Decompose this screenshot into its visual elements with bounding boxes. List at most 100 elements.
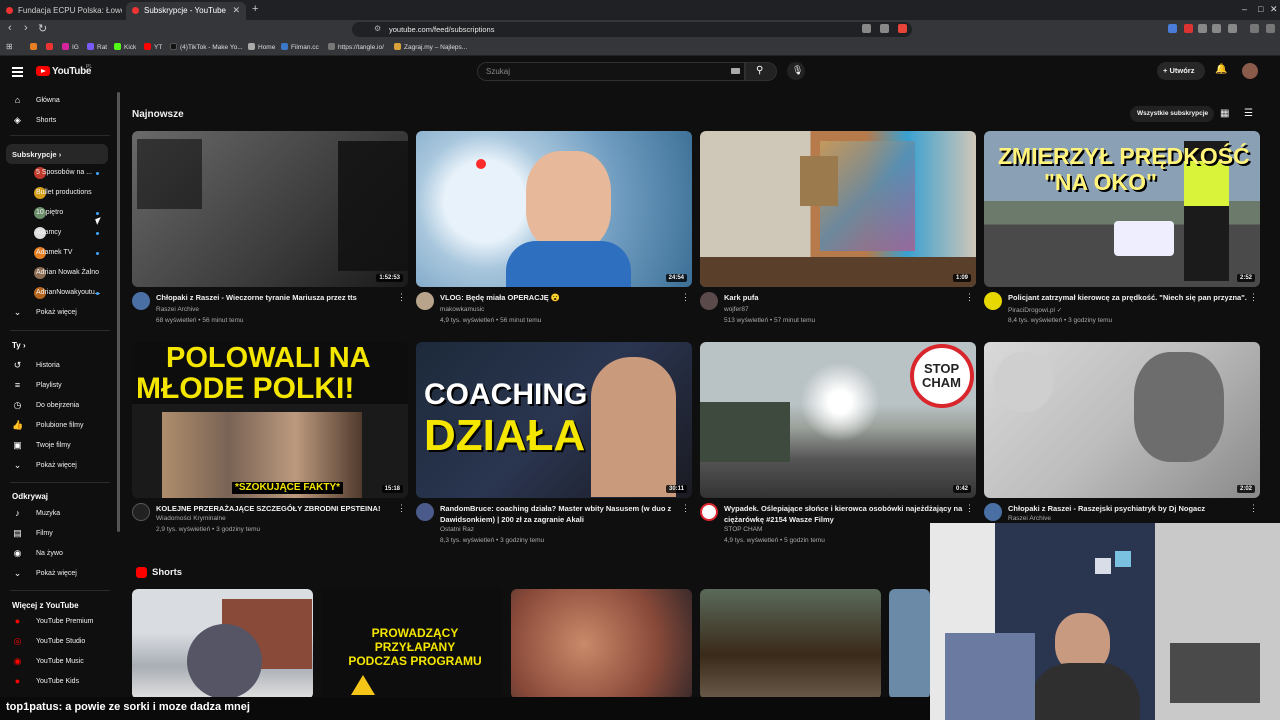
- sidebar-item-playlists[interactable]: ≡ Playlisty: [0, 376, 110, 396]
- bookmark-tiktok[interactable]: (4)TikTok - Make Yo...: [170, 43, 243, 51]
- channel-name[interactable]: Raszei Archive: [156, 306, 199, 313]
- video-title[interactable]: KOLEJNE PRZERAŻAJĄCE SZCZEGÓŁY ZBRODNI E…: [156, 504, 396, 515]
- video-title[interactable]: Chłopaki z Raszei - Wieczorne tyranie Ma…: [156, 293, 396, 304]
- sidebar-scrollbar[interactable]: [117, 92, 120, 532]
- video-thumbnail[interactable]: 2:02: [984, 342, 1260, 498]
- sidebar-subscription-item[interactable]: 10 piętro: [0, 203, 110, 223]
- menu-icon[interactable]: [1266, 24, 1275, 33]
- video-thumbnail[interactable]: COACHING DZIAŁA 30:11: [416, 342, 692, 498]
- sidebar-item-kids[interactable]: ● YouTube Kids: [0, 672, 110, 692]
- channel-avatar[interactable]: [132, 292, 150, 310]
- maximize-icon[interactable]: □: [1258, 4, 1263, 14]
- channel-avatar[interactable]: [416, 503, 434, 521]
- sidebar-item-home[interactable]: ⌂ Główna: [0, 91, 110, 111]
- sidebar-show-more[interactable]: ⌄ Pokaż więcej: [0, 456, 110, 476]
- bookmark-item[interactable]: [46, 43, 56, 51]
- sidebar-subscriptions-header[interactable]: Subskrypcje ›: [6, 144, 108, 164]
- shorts-item[interactable]: [889, 589, 930, 699]
- back-icon[interactable]: ‹: [8, 22, 12, 34]
- avatar[interactable]: [1242, 63, 1258, 79]
- video-thumbnail[interactable]: 1:52:53: [132, 131, 408, 287]
- sidebar-subscription-item[interactable]: Adamek TV: [0, 243, 110, 263]
- video-thumbnail[interactable]: POLOWALI NA MŁODE POLKI! *SZOKUJĄCE FAKT…: [132, 342, 408, 498]
- shorts-item[interactable]: [511, 589, 692, 699]
- close-tab-icon[interactable]: ✕: [232, 5, 240, 16]
- extension-icon[interactable]: [898, 24, 907, 33]
- sidebar-subscription-item[interactable]: AdrianNowakyoutu...: [0, 283, 110, 303]
- more-options-icon[interactable]: ⋮: [965, 292, 974, 303]
- video-thumbnail[interactable]: 24:54: [416, 131, 692, 287]
- sidebar-show-more[interactable]: ⌄ Pokaż więcej: [0, 303, 110, 323]
- channel-avatar[interactable]: [984, 503, 1002, 521]
- bookmark-ig[interactable]: IG: [62, 43, 79, 51]
- shorts-item[interactable]: [700, 589, 881, 699]
- extension-icon[interactable]: [1168, 24, 1177, 33]
- video-title[interactable]: Wypadek. Oślepiające słońce i kierowca o…: [724, 504, 964, 525]
- video-thumbnail[interactable]: 1:09: [700, 131, 976, 287]
- notifications-bell-icon[interactable]: 🔔: [1215, 64, 1227, 75]
- extension-icon[interactable]: [862, 24, 871, 33]
- bookmark-zagraj[interactable]: Zagraj.my – Najleps...: [394, 43, 467, 51]
- sidebar-item-watch-later[interactable]: ◷ Do obejrzenia: [0, 396, 110, 416]
- video-title[interactable]: RandomBruce: coaching działa? Master wbi…: [440, 504, 680, 525]
- sidebar-item-premium[interactable]: ● YouTube Premium: [0, 612, 110, 632]
- hamburger-menu-icon[interactable]: [12, 67, 23, 79]
- video-title[interactable]: Chłopaki z Raszei - Raszejski psychiatry…: [1008, 504, 1248, 515]
- shorts-item[interactable]: [132, 589, 313, 699]
- new-tab-icon[interactable]: +: [252, 3, 258, 15]
- sidebar-show-more[interactable]: ⌄ Pokaż więcej: [0, 564, 110, 584]
- more-options-icon[interactable]: ⋮: [681, 503, 690, 514]
- close-window-icon[interactable]: ✕: [1270, 4, 1278, 15]
- sidebar-item-history[interactable]: ↺ Historia: [0, 356, 110, 376]
- forward-icon[interactable]: ›: [24, 22, 28, 34]
- channel-name[interactable]: wojfer87: [724, 306, 749, 313]
- sidebar-subscription-item[interactable]: 5 Sposobów na ...: [0, 163, 110, 183]
- extensions-icon[interactable]: [1212, 24, 1221, 33]
- video-thumbnail[interactable]: ZMIERZYŁ PRĘDKOŚĆ "NA OKO" 2:52: [984, 131, 1260, 287]
- extension-icon[interactable]: [1198, 24, 1207, 33]
- sidebar-subscription-item[interactable]: Adrian Nowak Żalno: [0, 263, 110, 283]
- more-options-icon[interactable]: ⋮: [397, 292, 406, 303]
- sidebar-item-music-app[interactable]: ◉ YouTube Music: [0, 652, 110, 672]
- bookmark-tangle[interactable]: https://tangle.io/: [328, 43, 384, 51]
- keyboard-icon[interactable]: [731, 68, 740, 74]
- channel-name[interactable]: makowkamusic: [440, 306, 484, 313]
- video-thumbnail[interactable]: STOP CHAM 0:42: [700, 342, 976, 498]
- bookmark-rat[interactable]: Rat: [87, 43, 107, 51]
- bookmark-filman[interactable]: Filman.cc: [281, 43, 319, 51]
- channel-avatar[interactable]: [132, 503, 150, 521]
- sidebar-you-header[interactable]: Ty ›: [12, 341, 26, 350]
- more-options-icon[interactable]: ⋮: [1249, 503, 1258, 514]
- sidebar-item-films[interactable]: ▤ Filmy: [0, 524, 110, 544]
- channel-name[interactable]: STOP CHAM: [724, 526, 762, 533]
- reload-icon[interactable]: ↻: [38, 22, 47, 35]
- more-options-icon[interactable]: ⋮: [1249, 292, 1258, 303]
- more-options-icon[interactable]: ⋮: [965, 503, 974, 514]
- bookmark-kick[interactable]: Kick: [114, 43, 136, 51]
- extension-icon[interactable]: [1184, 24, 1193, 33]
- sidebar-subscription-item[interactable]: Bullet productions: [0, 183, 110, 203]
- bookmark-item[interactable]: [30, 43, 40, 51]
- sidebar-item-your-videos[interactable]: ▣ Twoje filmy: [0, 436, 110, 456]
- shield-icon[interactable]: [1250, 24, 1259, 33]
- minimize-icon[interactable]: –: [1242, 4, 1247, 14]
- bookmark-yt[interactable]: YT: [144, 43, 162, 51]
- more-options-icon[interactable]: ⋮: [397, 503, 406, 514]
- sidebar-item-live[interactable]: ◉ Na żywo: [0, 544, 110, 564]
- grid-view-icon[interactable]: ▦: [1220, 108, 1229, 119]
- sidebar-item-shorts[interactable]: ◈ Shorts: [0, 111, 110, 131]
- apps-icon[interactable]: ⊞: [6, 42, 13, 51]
- channel-name[interactable]: Ostatni Raz: [440, 526, 474, 533]
- site-info-icon[interactable]: ⚙: [374, 24, 381, 33]
- channel-avatar[interactable]: [984, 292, 1002, 310]
- bookmark-home[interactable]: Home: [248, 43, 275, 51]
- channel-name[interactable]: Raszei Archive: [1008, 515, 1051, 522]
- channel-avatar[interactable]: [700, 292, 718, 310]
- sidebar-item-studio[interactable]: ◎ YouTube Studio: [0, 632, 110, 652]
- search-input[interactable]: [477, 62, 745, 81]
- list-view-icon[interactable]: ☰: [1244, 108, 1253, 119]
- channel-name[interactable]: PiraciDrogowi.pl ✓: [1008, 306, 1062, 314]
- sidebar-item-music[interactable]: ♪ Muzyka: [0, 504, 110, 524]
- youtube-logo-icon[interactable]: [36, 66, 50, 76]
- sidebar-item-liked[interactable]: 👍 Polubione filmy: [0, 416, 110, 436]
